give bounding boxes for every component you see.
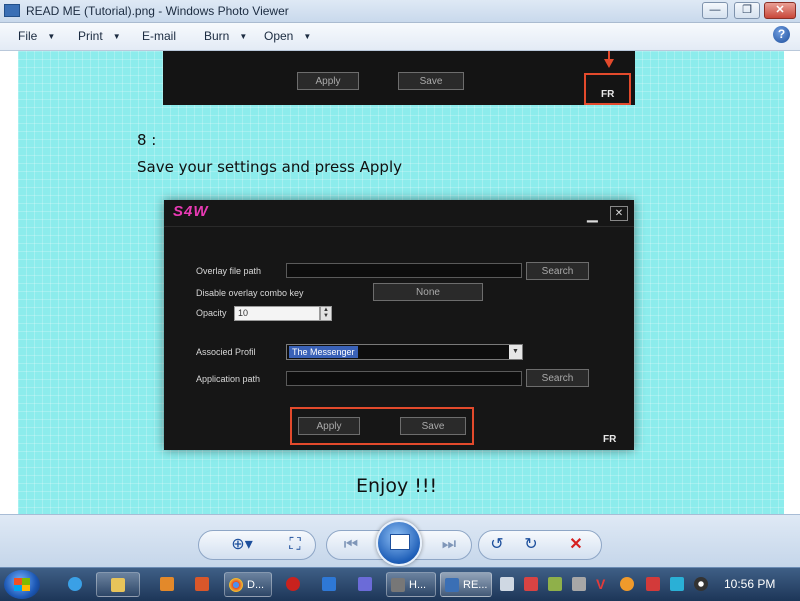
ie-icon[interactable] [68,577,82,591]
snippet-apply-button: Apply [297,72,359,90]
taskbar-chrome-label: D... [247,579,265,591]
overlay-path-label: Overlay file path [196,266,262,276]
taskbar: D... H... RE... V 10:56 PM [0,567,800,601]
tray-gear-icon[interactable] [572,577,586,591]
photo-viewer-app-icon [4,4,20,17]
tray-network-icon[interactable] [670,577,684,591]
next-icon[interactable]: ⏭ [434,530,464,560]
clock[interactable]: 10:56 PM [724,577,775,591]
menu-bar: File ▼ Print ▼ E-mail Burn ▼ Open ▼ ? [0,23,800,51]
help-icon[interactable]: ? [773,26,790,43]
overlay-path-field [286,263,522,278]
taskbar-chrome[interactable]: D... [224,572,272,597]
application-path-field [286,371,522,386]
taskbar-app-h[interactable]: H... [386,572,436,597]
dialog-divider [164,226,634,227]
taskbar-explorer[interactable] [96,572,140,597]
snippet-fr-label: FR [601,89,615,100]
menu-file-label: File [18,29,38,43]
start-button[interactable] [4,570,40,599]
dialog-fr-label: FR [603,434,617,445]
chevron-down-icon: ▼ [303,32,312,41]
title-bar: READ ME (Tutorial).png - Windows Photo V… [0,0,800,23]
actual-size-icon[interactable]: ⛶ [280,530,310,560]
tray-flag-icon[interactable] [646,577,660,591]
opacity-label: Opacity [196,308,227,318]
previous-icon[interactable]: ⏮ [336,530,366,560]
dialog-close-icon: ✕ [610,206,628,221]
menu-file[interactable]: File ▼ [18,29,55,43]
snippet-save-button: Save [398,72,464,90]
folder-icon [111,578,125,592]
viewer-controls: ⊕▾ ⛶ ⏮ ⏭ ↺ ↻ ✕ [0,514,800,567]
chrome-icon [229,578,243,592]
image-viewer[interactable]: Apply Save FR 8 : Save your settings and… [0,51,800,514]
windows-logo-lower [14,585,30,591]
zoom-icon[interactable]: ⊕▾ [225,530,259,560]
tray-app-icon[interactable] [548,577,562,591]
photo-viewer-icon [445,578,459,592]
opacity-spinner-icon: ▲ ▼ [320,306,332,321]
close-button[interactable]: ✕ [764,2,796,19]
taskbar-photo-viewer-label: RE... [463,579,488,591]
tutorial-image: Apply Save FR 8 : Save your settings and… [18,51,784,514]
menu-email[interactable]: E-mail [142,29,176,43]
tray-monitor-icon[interactable] [500,577,514,591]
disable-combo-label: Disable overlay combo key [196,288,304,298]
chevron-down-icon: ▼ [509,345,522,359]
maximize-button[interactable]: ❐ [734,2,760,19]
chevron-down-icon: ▼ [112,32,121,41]
minimize-button[interactable]: — [702,2,728,19]
rotate-left-icon[interactable]: ↺ [482,530,512,560]
opera-icon[interactable] [286,577,300,591]
menu-open[interactable]: Open ▼ [264,29,311,43]
top-screenshot-snippet: Apply Save FR [163,51,635,105]
dialog-save-button: Save [400,417,466,435]
taskbar-photo-viewer[interactable]: RE... [440,572,492,597]
app-icon [391,578,405,592]
app-blue-icon[interactable] [322,577,336,591]
window-title: READ ME (Tutorial).png - Windows Photo V… [26,4,289,18]
red-arrow-icon [604,59,614,68]
profile-select: The Messenger ▼ [286,344,523,360]
menu-print[interactable]: Print ▼ [78,29,121,43]
application-path-label: Application path [196,374,261,384]
menu-print-label: Print [78,29,103,43]
step-number: 8 : [137,131,157,149]
overlay-search-button: Search [526,262,589,280]
tray-volume-icon[interactable] [694,577,708,591]
tray-search-icon[interactable] [620,577,634,591]
s4w-logo: S4W [173,203,209,220]
step-text: Save your settings and press Apply [137,158,402,176]
taskbar-app-h-label: H... [409,579,427,591]
delete-icon[interactable]: ✕ [561,530,591,560]
menu-burn-label: Burn [204,29,230,43]
media-player-icon[interactable] [160,577,174,591]
slideshow-icon[interactable] [376,520,422,566]
opacity-field: 10 [234,306,320,321]
tray-v-icon[interactable]: V [596,577,610,591]
rotate-right-icon[interactable]: ↻ [516,530,546,560]
app-shortcut-icon[interactable] [195,577,209,591]
dialog-minimize-icon: ▁ [587,206,598,222]
menu-open-label: Open [264,29,294,43]
chevron-down-icon: ▼ [47,32,56,41]
tray-camera-icon[interactable] [524,577,538,591]
apppath-search-button: Search [526,369,589,387]
combo-key-none-button: None [373,283,483,301]
enjoy-text: Enjoy !!! [356,475,438,497]
profile-selected-value: The Messenger [289,346,358,358]
chevron-down-icon: ▼ [239,32,248,41]
settings-dialog-screenshot: S4W ▁ ✕ Overlay file path Search Disable… [164,200,634,450]
dialog-apply-button: Apply [298,417,360,435]
p-app-icon[interactable] [358,577,372,591]
menu-email-label: E-mail [142,29,177,43]
associed-profil-label: Associed Profil [196,347,256,357]
menu-burn[interactable]: Burn ▼ [204,29,247,43]
